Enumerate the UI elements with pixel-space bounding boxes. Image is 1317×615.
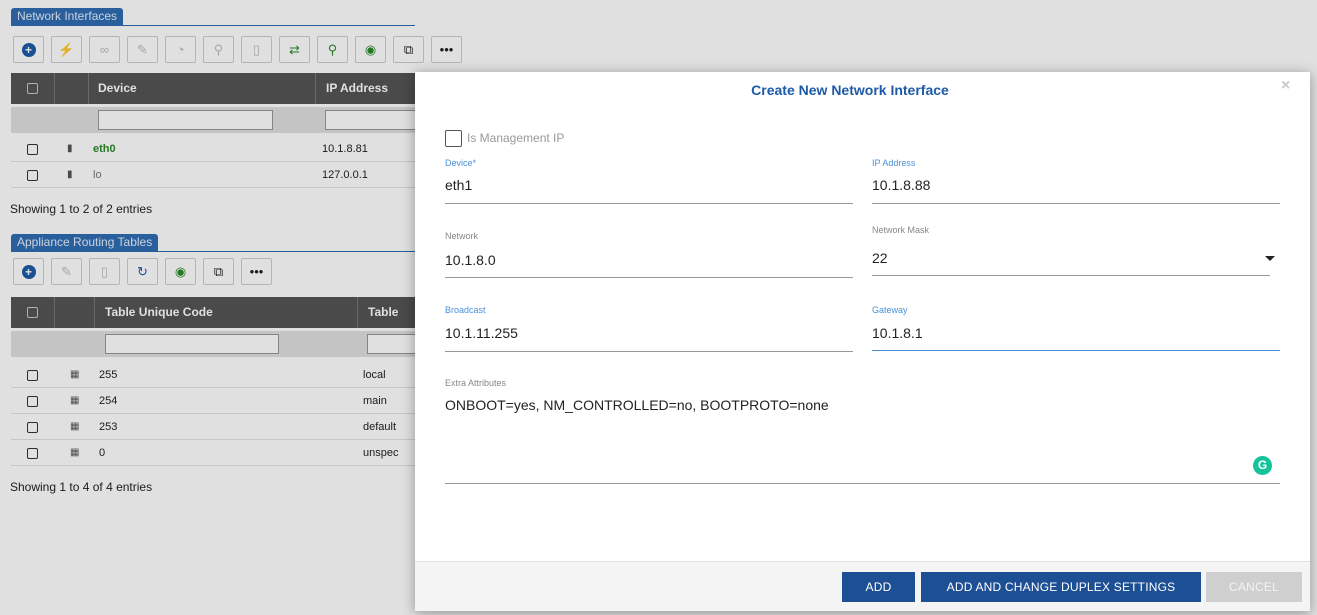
broadcast-label: Broadcast	[445, 305, 486, 315]
ip-address-label: IP Address	[872, 158, 916, 168]
gateway-underline	[872, 350, 1280, 351]
gateway-field[interactable]: 10.1.8.1	[872, 325, 923, 341]
gateway-label: Gateway	[872, 305, 908, 315]
close-icon[interactable]: ×	[1281, 77, 1290, 95]
network-field[interactable]: 10.1.8.0	[445, 252, 496, 268]
broadcast-underline	[445, 351, 853, 352]
network-mask-select[interactable]: 22	[872, 250, 888, 266]
ip-address-underline	[872, 203, 1280, 204]
device-label: Device*	[445, 158, 477, 168]
create-network-interface-dialog: Create New Network Interface × Is Manage…	[415, 72, 1310, 611]
device-underline	[445, 203, 853, 204]
extra-attributes-label: Extra Attributes	[445, 378, 507, 388]
extra-attributes-textarea[interactable]: ONBOOT=yes, NM_CONTROLLED=no, BOOTPROTO=…	[445, 397, 829, 413]
dialog-title: Create New Network Interface	[751, 82, 949, 98]
ip-address-field[interactable]: 10.1.8.88	[872, 177, 930, 193]
network-mask-underline	[872, 275, 1270, 276]
cancel-button[interactable]: CANCEL	[1206, 572, 1302, 602]
device-field[interactable]: eth1	[445, 177, 472, 193]
broadcast-field[interactable]: 10.1.11.255	[445, 325, 518, 341]
management-ip-label: Is Management IP	[467, 131, 565, 145]
grammarly-icon[interactable]: G	[1253, 456, 1272, 475]
network-underline	[445, 277, 853, 278]
management-ip-checkbox[interactable]	[445, 130, 462, 147]
network-mask-label: Network Mask	[872, 225, 930, 235]
add-and-change-duplex-button[interactable]: ADD AND CHANGE DUPLEX SETTINGS	[921, 572, 1201, 602]
network-label: Network	[445, 231, 479, 241]
extra-attributes-underline	[445, 483, 1280, 484]
add-button[interactable]: ADD	[842, 572, 915, 602]
chevron-down-icon[interactable]	[1265, 256, 1275, 261]
dialog-footer: ADD ADD AND CHANGE DUPLEX SETTINGS CANCE…	[415, 561, 1310, 611]
